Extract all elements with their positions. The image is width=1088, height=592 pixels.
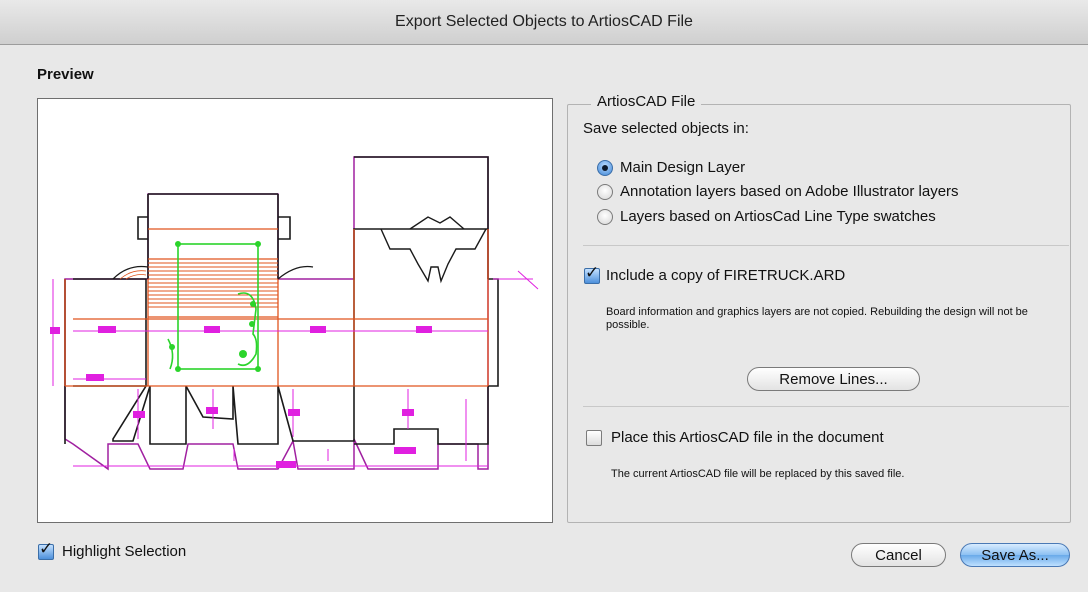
- radio-main-design-layer-label: Main Design Layer: [620, 159, 746, 176]
- radio-line-type-layers-label: Layers based on ArtiosCad Line Type swat…: [620, 208, 936, 225]
- export-dialog: Export Selected Objects to ArtiosCAD Fil…: [0, 0, 1088, 592]
- artioscad-file-group-label: ArtiosCAD File: [591, 93, 702, 110]
- place-file-checkbox[interactable]: [586, 430, 602, 446]
- place-file-note: The current ArtiosCAD file will be repla…: [611, 468, 905, 480]
- dieline-drawing: [50, 156, 539, 471]
- dialog-titlebar: Export Selected Objects to ArtiosCAD Fil…: [0, 0, 1088, 45]
- radio-annotation-layers[interactable]: [597, 184, 613, 200]
- highlight-selection-label: Highlight Selection: [62, 543, 187, 560]
- preview-section-title: Preview: [37, 66, 94, 83]
- checkmark-icon: ✓: [39, 539, 54, 558]
- cancel-button[interactable]: Cancel: [851, 543, 946, 567]
- include-copy-label: Include a copy of FIRETRUCK.ARD: [606, 267, 846, 284]
- dieline-outer-outline: [64, 156, 489, 471]
- remove-lines-button[interactable]: Remove Lines...: [747, 367, 920, 391]
- dialog-title: Export Selected Objects to ArtiosCAD Fil…: [395, 13, 693, 30]
- radio-annotation-layers-label: Annotation layers based on Adobe Illustr…: [620, 183, 959, 200]
- separator: [583, 406, 1069, 407]
- save-as-button[interactable]: Save As...: [960, 543, 1070, 567]
- handle-cutout: [380, 216, 487, 284]
- place-file-label: Place this ArtiosCAD file in the documen…: [611, 429, 884, 446]
- checkmark-icon: ✓: [585, 263, 600, 282]
- separator: [583, 245, 1069, 246]
- dimension-lines: [52, 270, 539, 467]
- radio-main-design-layer[interactable]: [597, 160, 613, 176]
- dust-flap-hatch: [119, 270, 147, 280]
- design-preview: [37, 98, 553, 523]
- save-selected-label: Save selected objects in:: [583, 120, 749, 137]
- include-copy-checkbox[interactable]: ✓: [584, 264, 600, 284]
- dust-flap-right: [277, 265, 314, 280]
- cut-lines: [64, 156, 499, 445]
- radio-line-type-layers[interactable]: [597, 209, 613, 225]
- highlight-selection-checkbox[interactable]: ✓: [38, 540, 54, 560]
- include-copy-note: Board information and graphics layers ar…: [606, 306, 1028, 331]
